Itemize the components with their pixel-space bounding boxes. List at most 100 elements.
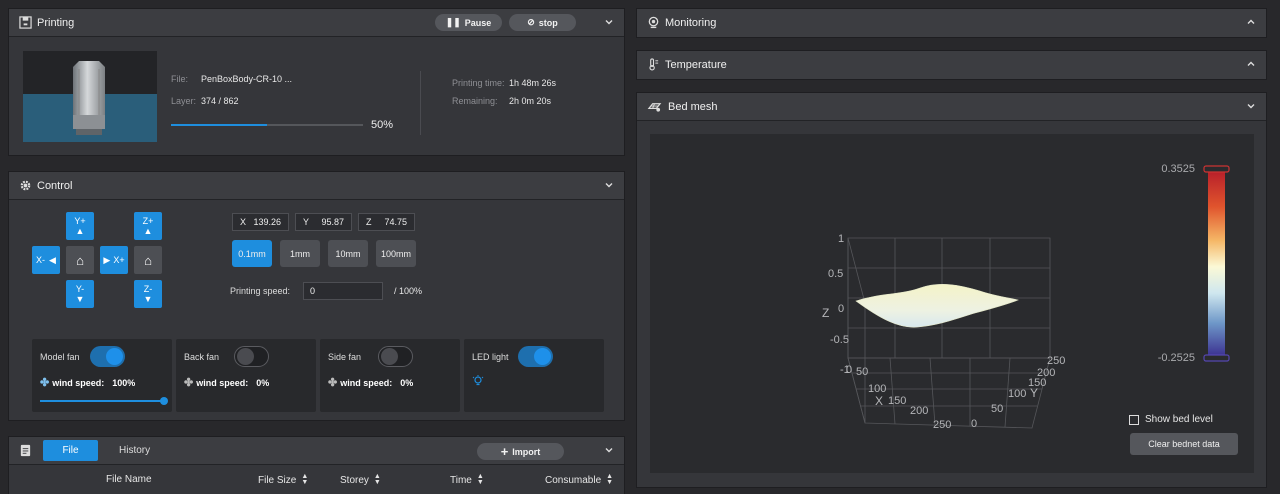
sort-icon: ▲ ▼ (606, 473, 614, 486)
column-file-name[interactable]: File Name (106, 474, 152, 485)
z-tick-minus-0-5: -0.5 (830, 334, 849, 346)
step-1mm-button[interactable]: 1mm (280, 240, 320, 267)
sort-icon: ▲ ▼ (476, 473, 484, 486)
home-z-button[interactable]: ⌂ (134, 246, 162, 274)
speed-suffix: / 100% (394, 286, 423, 296)
chevron-down-icon[interactable] (1246, 101, 1256, 111)
chevron-down-icon[interactable] (604, 180, 614, 190)
files-panel: File History + Import (8, 436, 625, 494)
back-fan-card: Back fan ✤ wind speed: 0% (176, 339, 316, 412)
printing-title: Printing (37, 17, 75, 29)
step-0-1mm-button[interactable]: 0.1mm (232, 240, 272, 267)
step-100mm-button[interactable]: 100mm (376, 240, 416, 267)
chevron-down-icon[interactable] (604, 17, 614, 27)
clear-bednet-button[interactable]: Clear bednet data (1130, 433, 1238, 455)
fan-icon: ✤ (40, 377, 50, 389)
remaining-value: 2h 0m 20s (509, 96, 552, 106)
z-tick-1: 1 (838, 233, 844, 245)
printer-icon (19, 16, 32, 29)
gear-icon (20, 180, 31, 191)
temperature-title: Temperature (665, 59, 727, 71)
colorbar (1208, 169, 1225, 357)
coord-z: Z 74.75 (358, 213, 415, 231)
y-plus-button[interactable]: Y+ ▲ (66, 212, 94, 240)
back-fan-toggle[interactable] (234, 346, 269, 367)
z-plus-button[interactable]: Z+ ▲ (134, 212, 162, 240)
step-10mm-button[interactable]: 10mm (328, 240, 368, 267)
stop-button[interactable]: ⊘ stop (509, 14, 576, 31)
chevron-down-icon[interactable] (604, 445, 614, 455)
z-minus-button[interactable]: Z- ▼ (134, 280, 162, 308)
speed-input[interactable] (303, 282, 383, 300)
chevron-up-icon[interactable] (1246, 17, 1256, 27)
column-consumable[interactable]: Consumable ▲ ▼ (545, 473, 614, 486)
model-fan-slider[interactable] (40, 397, 168, 405)
colorbar-min-handle[interactable] (1203, 354, 1230, 362)
stop-icon: ⊘ (527, 17, 535, 27)
progress-fill (171, 124, 267, 126)
tab-file[interactable]: File (43, 440, 98, 461)
side-fan-toggle[interactable] (378, 346, 413, 367)
z-axis-label: Z (822, 306, 829, 320)
column-time[interactable]: Time ▲ ▼ (450, 473, 484, 486)
pause-button[interactable]: ❚❚ Pause (435, 14, 502, 31)
monitoring-panel[interactable]: Monitoring (636, 8, 1267, 38)
light-bulb-icon (472, 375, 484, 386)
plus-icon: + (500, 444, 509, 459)
printing-header[interactable]: Printing ❚❚ Pause ⊘ stop (9, 9, 624, 37)
bed-mesh-icon (647, 103, 662, 112)
fan-icon: ✤ (328, 377, 338, 389)
coord-y: Y 95.87 (295, 213, 352, 231)
y-tick-100: 100 (1008, 388, 1026, 400)
y-tick-0: 0 (971, 418, 977, 430)
led-light-card: LED light (464, 339, 604, 412)
chevron-up-icon[interactable] (1246, 59, 1256, 69)
arrow-down-icon: ▼ (143, 294, 153, 304)
home-icon: ⌂ (144, 252, 152, 268)
side-fan-card: Side fan ✤ wind speed: 0% (320, 339, 460, 412)
pause-icon: ❚❚ (445, 17, 461, 27)
model-fan-toggle[interactable] (90, 346, 125, 367)
speed-label: Printing speed: (230, 286, 291, 296)
files-header: File History + Import (9, 437, 624, 465)
progress-text: 50% (371, 119, 394, 131)
x-tick-0: 0 (846, 364, 852, 376)
x-tick-50: 50 (856, 366, 868, 378)
x-tick-150: 150 (888, 395, 906, 407)
bed-mesh-title: Bed mesh (668, 101, 718, 113)
x-plus-button[interactable]: ▶ X+ (100, 246, 128, 274)
webcam-icon (648, 16, 659, 29)
layer-value: 374 / 862 (201, 96, 239, 106)
y-minus-button[interactable]: Y- ▼ (66, 280, 94, 308)
monitoring-title: Monitoring (665, 17, 717, 29)
arrow-up-icon: ▲ (143, 226, 153, 236)
colorbar-max-handle[interactable] (1203, 165, 1230, 173)
file-value: PenBoxBody-CR-10 ... (201, 74, 293, 84)
colorbar-min-label: -0.2525 (1158, 352, 1195, 364)
printing-panel: Printing ❚❚ Pause ⊘ stop File: PenBoxBody-… (8, 8, 625, 156)
led-light-toggle[interactable] (518, 346, 553, 367)
z-tick-0: 0 (838, 303, 844, 315)
temperature-panel[interactable]: Temperature (636, 50, 1267, 80)
fan-icon: ✤ (184, 377, 194, 389)
home-xy-button[interactable]: ⌂ (66, 246, 94, 274)
tab-history[interactable]: History (119, 445, 150, 456)
printing-time-label: Printing time: (452, 78, 505, 88)
import-button[interactable]: + Import (477, 443, 564, 460)
arrow-right-icon: ▶ (103, 254, 111, 265)
divider (420, 71, 421, 135)
y-tick-250: 250 (1047, 355, 1065, 367)
show-bed-level-checkbox[interactable] (1129, 415, 1139, 425)
layer-label: Layer: (171, 96, 197, 106)
column-storey[interactable]: Storey ▲ ▼ (340, 473, 381, 486)
control-header[interactable]: Control (9, 172, 624, 200)
sort-icon: ▲ ▼ (301, 473, 309, 486)
arrow-left-icon: ◀ (49, 254, 56, 265)
column-file-size[interactable]: File Size ▲ ▼ (258, 473, 309, 486)
model-thumbnail (23, 51, 157, 142)
remaining-label: Remaining: (452, 96, 498, 106)
colorbar-max-label: 0.3525 (1161, 163, 1195, 175)
slider-handle[interactable] (160, 397, 168, 405)
printing-time-value: 1h 48m 26s (509, 78, 557, 88)
x-minus-button[interactable]: X- ◀ (32, 246, 60, 274)
